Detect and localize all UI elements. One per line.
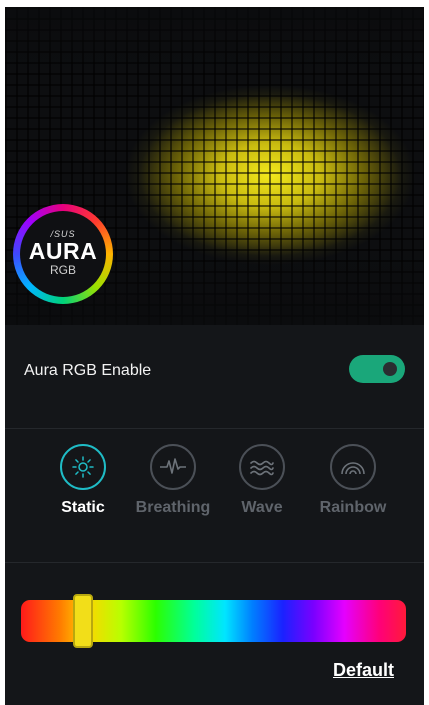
mode-label-wave: Wave bbox=[241, 499, 283, 516]
default-button[interactable]: Default bbox=[333, 660, 394, 681]
mode-rainbow[interactable]: Rainbow bbox=[308, 444, 398, 517]
color-slider-thumb[interactable] bbox=[72, 594, 93, 648]
logo-title: AURA bbox=[28, 238, 98, 264]
aura-rgb-logo: /SUS AURA RGB bbox=[13, 204, 113, 304]
logo-badge: /SUS AURA RGB bbox=[20, 211, 106, 297]
mode-label-static: Static bbox=[61, 499, 105, 516]
mode-static[interactable]: Static bbox=[38, 444, 128, 517]
mode-label-rainbow: Rainbow bbox=[319, 499, 387, 516]
toggle-knob bbox=[383, 362, 397, 376]
mode-breathing[interactable]: Breathing bbox=[128, 444, 218, 517]
mode-label-breathing: Breathing bbox=[135, 499, 211, 516]
enable-label: Aura RGB Enable bbox=[24, 362, 152, 379]
logo-subtitle: RGB bbox=[49, 263, 76, 277]
wave-icon bbox=[239, 444, 285, 490]
mode-wave[interactable]: Wave bbox=[217, 444, 307, 517]
rainbow-icon bbox=[330, 444, 376, 490]
heartbeat-icon bbox=[150, 444, 196, 490]
enable-toggle[interactable] bbox=[349, 355, 405, 383]
sun-icon bbox=[60, 444, 106, 490]
